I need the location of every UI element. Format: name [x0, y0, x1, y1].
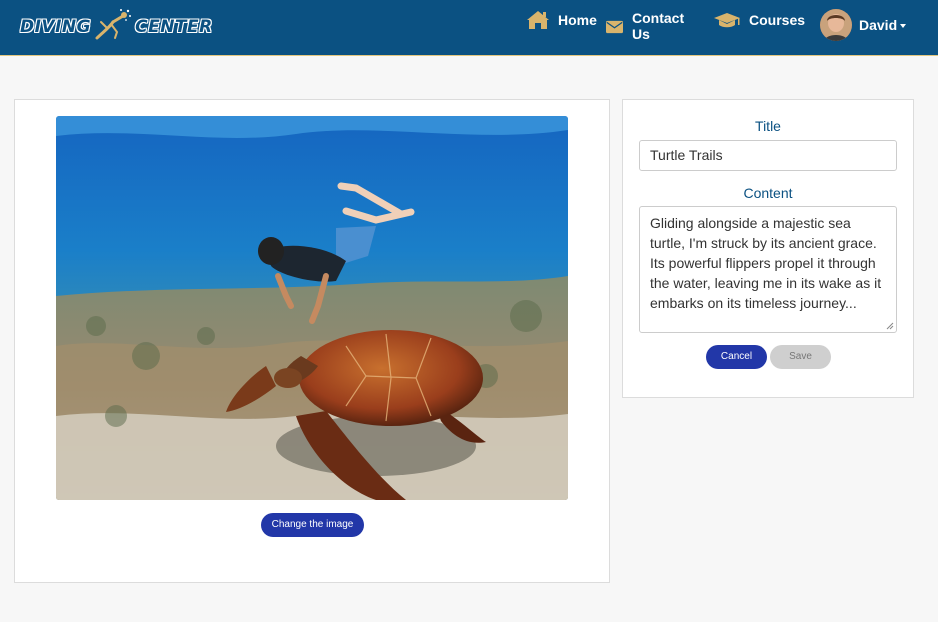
- title-input[interactable]: Turtle Trails: [639, 140, 897, 171]
- nav-courses[interactable]: Courses: [713, 10, 805, 30]
- change-image-button[interactable]: Change the image: [261, 513, 364, 537]
- post-image: [56, 116, 568, 500]
- save-button[interactable]: Save: [770, 345, 831, 369]
- post-edit-form: Title Turtle Trails Content Gliding alon…: [622, 99, 914, 398]
- nav-home[interactable]: Home: [526, 10, 597, 30]
- top-navbar: DIVING CENTER Home Contact Us Courses Da…: [0, 0, 938, 56]
- image-panel: Change the image: [14, 99, 610, 583]
- content-text: Gliding alongside a majestic sea turtle,…: [650, 215, 882, 311]
- home-icon: [527, 11, 549, 29]
- envelope-icon: [606, 20, 623, 34]
- underwater-turtle-photo: [56, 116, 568, 500]
- title-label: Title: [755, 118, 781, 134]
- content-label: Content: [743, 185, 793, 201]
- diver-logo-icon: [95, 9, 132, 40]
- cancel-button[interactable]: Cancel: [706, 345, 767, 369]
- graduation-cap-icon: [714, 13, 740, 28]
- avatar-photo: [820, 9, 852, 41]
- chevron-down-icon: [900, 24, 907, 28]
- site-logo[interactable]: DIVING CENTER: [20, 8, 213, 46]
- logo-word-diving: DIVING: [20, 17, 92, 37]
- nav-contact-us[interactable]: Contact Us: [606, 10, 689, 42]
- nav-home-label: Home: [558, 12, 597, 28]
- nav-courses-label: Courses: [749, 12, 806, 28]
- user-name: David: [859, 17, 898, 33]
- logo-word-center: CENTER: [135, 17, 213, 37]
- avatar: [820, 9, 852, 41]
- resize-grip-icon[interactable]: [886, 322, 894, 330]
- nav-contact-label: Contact Us: [632, 10, 685, 42]
- content-textarea[interactable]: Gliding alongside a majestic sea turtle,…: [639, 206, 897, 333]
- user-menu[interactable]: David: [820, 9, 907, 41]
